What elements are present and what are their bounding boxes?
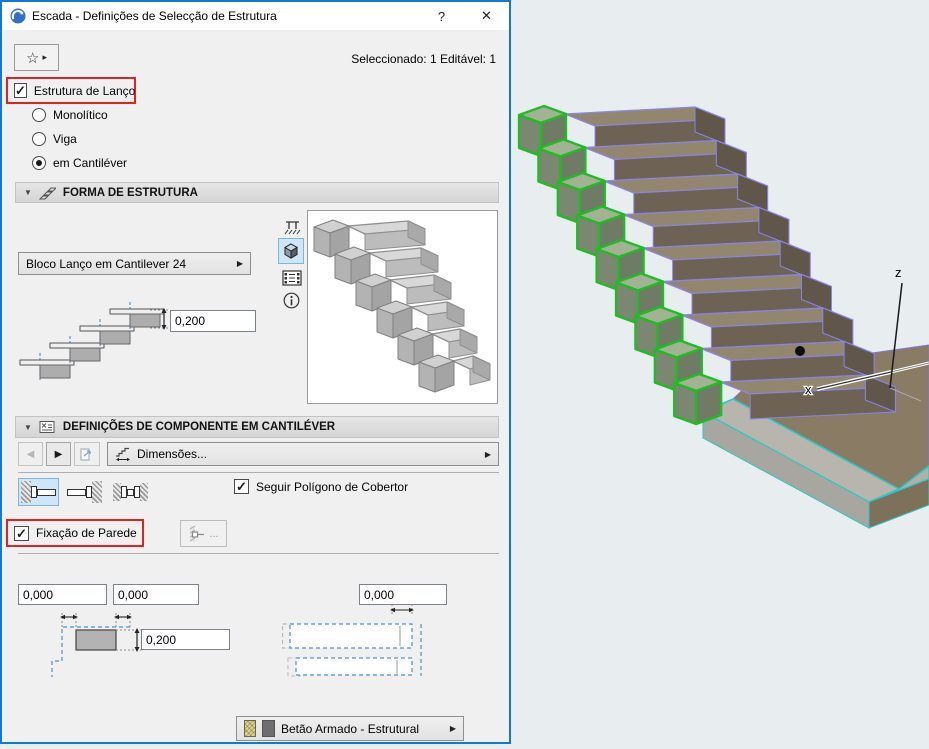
radio-beam[interactable]: Viga xyxy=(32,132,77,146)
transfer-settings-button[interactable] xyxy=(74,442,100,466)
cantilever-component-title: DEFINIÇÕES DE COMPONENTE EM CANTILÉVER xyxy=(62,421,336,433)
support-pin-icon[interactable] xyxy=(284,220,301,235)
flight-structure-label: Estrutura de Lanço xyxy=(33,83,136,98)
flyout-arrow-icon: ▸ xyxy=(42,52,47,62)
dimensions-combo[interactable]: Dimensões... ▶ xyxy=(107,442,499,466)
collapse-icon: ▼ xyxy=(24,422,32,432)
combo-arrow-icon: ▶ xyxy=(236,259,243,268)
wall-fixing-options-button[interactable]: ... xyxy=(180,520,227,547)
material-texture-swatch xyxy=(244,720,256,737)
radio-cantilever[interactable]: em Cantiléver xyxy=(32,156,127,170)
wall-hatch-icon xyxy=(21,481,31,503)
radio-circle-selected xyxy=(32,156,46,170)
wall-hatch-icon xyxy=(92,481,102,503)
section-header-cantilever-component[interactable]: ▼ DEFINIÇÕES DE COMPONENTE EM CANTILÉVER xyxy=(15,416,499,438)
radio-beam-label: Viga xyxy=(53,132,77,146)
section-header-structure-form[interactable]: ▼ FORMA DE ESTRUTURA xyxy=(15,182,499,203)
x-axis-label: x xyxy=(805,382,812,397)
stair-3d-scene: z x xyxy=(517,104,929,529)
selection-status: Seleccionado: 1 Editável: 1 xyxy=(351,52,496,66)
block-height-input[interactable] xyxy=(141,629,230,650)
dimensions-icon xyxy=(116,447,130,461)
ellipsis-label: ... xyxy=(209,527,219,540)
material-combo[interactable]: Betão Armado - Estrutural ▶ xyxy=(236,716,464,741)
profile-combo[interactable]: Bloco Lanço em Cantilever 24 ▶ xyxy=(18,252,251,275)
flight-structure-checkbox[interactable]: ✓ xyxy=(14,83,27,98)
dialog-title: Escada - Definições de Selecção de Estru… xyxy=(32,9,277,23)
favorites-button[interactable]: ☆ ▸ xyxy=(14,44,59,71)
structure-form-icon xyxy=(38,187,56,199)
block-plan-diagram xyxy=(282,604,422,677)
cantilever-profile-diagram xyxy=(19,302,168,380)
nav-right-icon: ▶ xyxy=(54,448,63,460)
follow-polygon-label: Seguir Polígono de Cobertor xyxy=(256,479,409,494)
prev-component-button[interactable]: ◀ xyxy=(18,442,43,466)
combo-arrow-icon: ▶ xyxy=(484,449,491,459)
wall-fixing-checkbox[interactable]: ✓ xyxy=(14,525,29,541)
offset-left-input[interactable] xyxy=(18,584,107,605)
star-icon: ☆ xyxy=(26,49,40,67)
radio-monolithic[interactable]: Monolítico xyxy=(32,108,108,122)
attachment-options xyxy=(18,478,151,506)
nav-left-icon: ◀ xyxy=(26,448,35,460)
separator xyxy=(18,553,499,554)
radio-monolithic-label: Monolítico xyxy=(53,108,108,122)
beam-bar xyxy=(67,488,86,496)
beam-bar xyxy=(37,488,56,496)
archicad-logo-icon xyxy=(10,8,26,24)
attachment-option-right-wall[interactable] xyxy=(64,478,105,506)
check-icon: ✓ xyxy=(15,83,26,98)
filmstrip-icon[interactable] xyxy=(282,270,302,286)
collapse-icon: ▼ xyxy=(24,188,32,197)
profile-combo-value: Bloco Lanço em Cantilever 24 xyxy=(26,256,187,271)
wall-hatch-icon xyxy=(113,483,121,501)
follow-polygon-checkbox[interactable]: ✓ xyxy=(234,479,249,494)
radio-cantilever-label: em Cantiléver xyxy=(53,156,128,170)
attachment-option-left-wall[interactable] xyxy=(18,478,59,506)
z-axis-label: z xyxy=(895,265,902,280)
wall-fixing-label: Fixação de Parede xyxy=(36,526,137,540)
preview-3d-button[interactable] xyxy=(278,238,304,264)
cube-icon xyxy=(284,243,298,259)
preview-stairs-image xyxy=(313,219,491,393)
beam-bar xyxy=(127,488,134,496)
title-bar: Escada - Definições de Selecção de Estru… xyxy=(2,2,509,30)
stair-structure-settings-dialog: Escada - Definições de Selecção de Estru… xyxy=(0,0,511,744)
next-component-button[interactable]: ▶ xyxy=(46,442,71,466)
viewport-3d[interactable]: z x xyxy=(511,0,929,744)
material-combo-value: Betão Armado - Estrutural xyxy=(281,721,420,736)
help-button[interactable]: ? xyxy=(419,2,464,30)
transfer-settings-icon xyxy=(80,447,91,461)
attachment-option-both-walls[interactable] xyxy=(110,478,151,506)
dialog-body: ☆ ▸ Seleccionado: 1 Editável: 1 ✓ Estrut… xyxy=(2,30,509,742)
wall-fixing-icon xyxy=(190,525,205,542)
combo-arrow-icon: ▶ xyxy=(449,724,456,733)
annotation-box-wall-fixing: ✓ Fixação de Parede xyxy=(6,519,144,547)
component-settings-icon xyxy=(39,421,55,433)
stair-steps xyxy=(517,104,897,426)
follow-polygon-row: ✓ Seguir Polígono de Cobertor xyxy=(234,479,408,494)
material-color-swatch xyxy=(262,720,275,737)
separator xyxy=(18,472,499,473)
radio-circle xyxy=(32,108,46,122)
check-icon: ✓ xyxy=(16,525,27,541)
info-icon[interactable] xyxy=(283,292,300,309)
annotation-box-flight-structure: ✓ Estrutura de Lanço xyxy=(6,77,136,104)
structure-form-title: FORMA DE ESTRUTURA xyxy=(62,186,198,199)
wall-hatch-icon xyxy=(140,483,148,501)
block-thickness-input[interactable] xyxy=(170,310,256,332)
close-button[interactable]: ✕ xyxy=(464,2,509,30)
structure-preview xyxy=(307,210,498,404)
dimensions-combo-value: Dimensões... xyxy=(137,447,208,461)
offset-mid-input[interactable] xyxy=(113,584,199,605)
radio-circle xyxy=(32,132,46,146)
check-icon: ✓ xyxy=(236,479,247,494)
selection-node-dot[interactable] xyxy=(795,346,805,356)
